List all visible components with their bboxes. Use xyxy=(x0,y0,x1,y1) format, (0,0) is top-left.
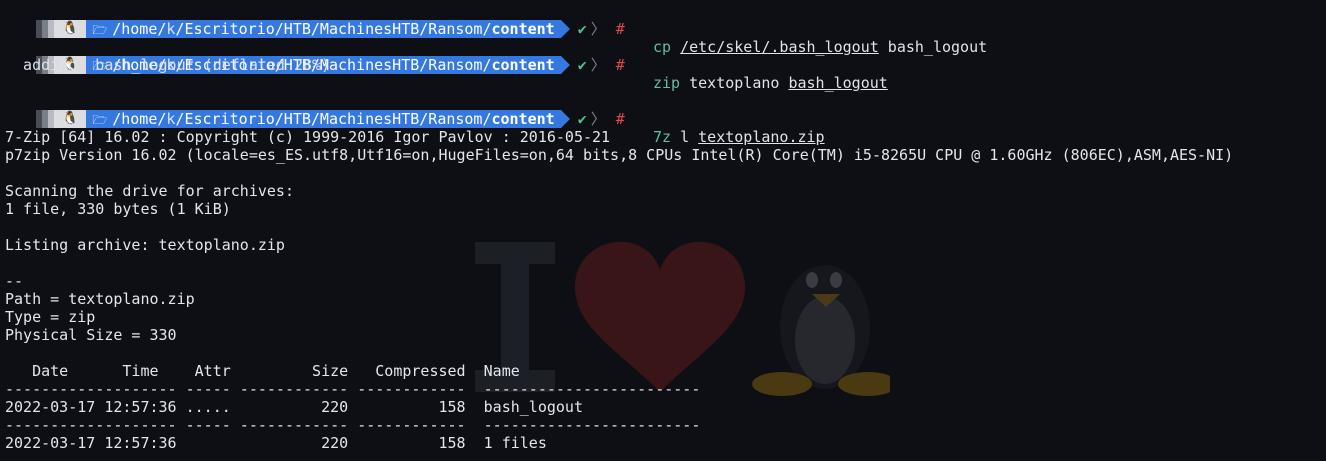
root-hash-icon: # xyxy=(615,110,625,128)
zip-output-line: adding: bash_logout (deflated 28%) xyxy=(5,56,331,74)
prompt-line: 🐧 🗁/home/k/Escritorio/HTB/MachinesHTB/Ran… xyxy=(0,2,987,56)
prompt-path: 🗁/home/k/Escritorio/HTB/MachinesHTB/Rans… xyxy=(86,110,561,128)
archive-type-line: Type = zip xyxy=(5,308,96,326)
chevron-icon: 〉 xyxy=(590,56,606,74)
command-arg-path: bash_logout xyxy=(788,74,888,92)
prompt-path: 🗁/home/k/Escritorio/HTB/MachinesHTB/Rans… xyxy=(86,20,561,38)
terminal-window[interactable]: 🐧 🗁/home/k/Escritorio/HTB/MachinesHTB/Ran… xyxy=(0,0,1326,461)
chevron-icon: 〉 xyxy=(590,20,606,38)
folder-icon: 🗁 xyxy=(92,23,108,37)
chevron-icon: 〉 xyxy=(590,110,606,128)
status-ok-icon: ✔ xyxy=(577,110,587,128)
command-arg-path: textoplano.zip xyxy=(698,128,825,146)
command-args: l xyxy=(671,128,699,146)
status-ok-icon: ✔ xyxy=(577,20,587,38)
command-input[interactable]: zip textoplano bash_logout xyxy=(653,74,888,92)
command-name: cp xyxy=(653,38,672,56)
file-count-line: 1 file, 330 bytes (1 KiB) xyxy=(5,200,231,218)
command-name: 7z xyxy=(653,128,672,146)
command-args: textoplano xyxy=(680,74,789,92)
prompt-line: 🐧 🗁/home/k/Escritorio/HTB/MachinesHTB/Ran… xyxy=(0,38,888,92)
root-hash-icon: # xyxy=(615,56,625,74)
path-prefix: /home/ xyxy=(112,110,167,128)
powerline-arrow xyxy=(560,110,570,128)
linux-tux-icon: 🐧 xyxy=(54,20,87,38)
powerline-arrow xyxy=(560,56,570,74)
command-input[interactable]: cp /etc/skel/.bash_logout bash_logout xyxy=(653,38,987,56)
scanning-line: Scanning the drive for archives: xyxy=(5,182,294,200)
powerline-arrow xyxy=(560,20,570,38)
path-current-dir: content xyxy=(491,20,555,38)
table-rule: ------------------- ----- ------------ -… xyxy=(5,416,701,434)
sz-header-line: 7-Zip [64] 16.02 : Copyright (c) 1999-20… xyxy=(5,128,611,146)
prompt-line: 🐧 🗁/home/k/Escritorio/HTB/MachinesHTB/Ran… xyxy=(0,92,825,146)
archive-path-line: Path = textoplano.zip xyxy=(5,290,195,308)
table-header: Date Time Attr Size Compressed Name xyxy=(5,362,520,380)
path-current-dir: content xyxy=(491,56,555,74)
path-middle: /Escritorio/HTB/MachinesHTB/Ransom/ xyxy=(175,20,492,38)
status-ok-icon: ✔ xyxy=(577,56,587,74)
command-arg-path: /etc/skel/.bash_logout xyxy=(680,38,879,56)
command-args: bash_logout xyxy=(878,38,988,56)
listing-line: Listing archive: textoplano.zip xyxy=(5,236,285,254)
table-rule: ------------------- ----- ------------ -… xyxy=(5,380,701,398)
table-total-row: 2022-03-17 12:57:36 220 158 1 files xyxy=(5,434,547,452)
linux-tux-icon: 🐧 xyxy=(54,110,87,128)
command-input[interactable]: 7z l textoplano.zip xyxy=(653,128,825,146)
root-hash-icon: # xyxy=(615,20,625,38)
table-row: 2022-03-17 12:57:36 ..... 220 158 bash_l… xyxy=(5,398,583,416)
path-middle: /Escritorio/HTB/MachinesHTB/Ransom/ xyxy=(175,110,492,128)
folder-icon: 🗁 xyxy=(92,113,108,127)
separator-line: -- xyxy=(5,272,24,290)
command-name: zip xyxy=(653,74,681,92)
i-love-linux-wallpaper-logo xyxy=(475,241,890,396)
sz-version-line: p7zip Version 16.02 (locale=es_ES.utf8,U… xyxy=(5,146,1234,164)
physical-size-line: Physical Size = 330 xyxy=(5,326,177,344)
path-current-dir: content xyxy=(491,110,555,128)
path-prefix: /home/ xyxy=(112,20,167,38)
